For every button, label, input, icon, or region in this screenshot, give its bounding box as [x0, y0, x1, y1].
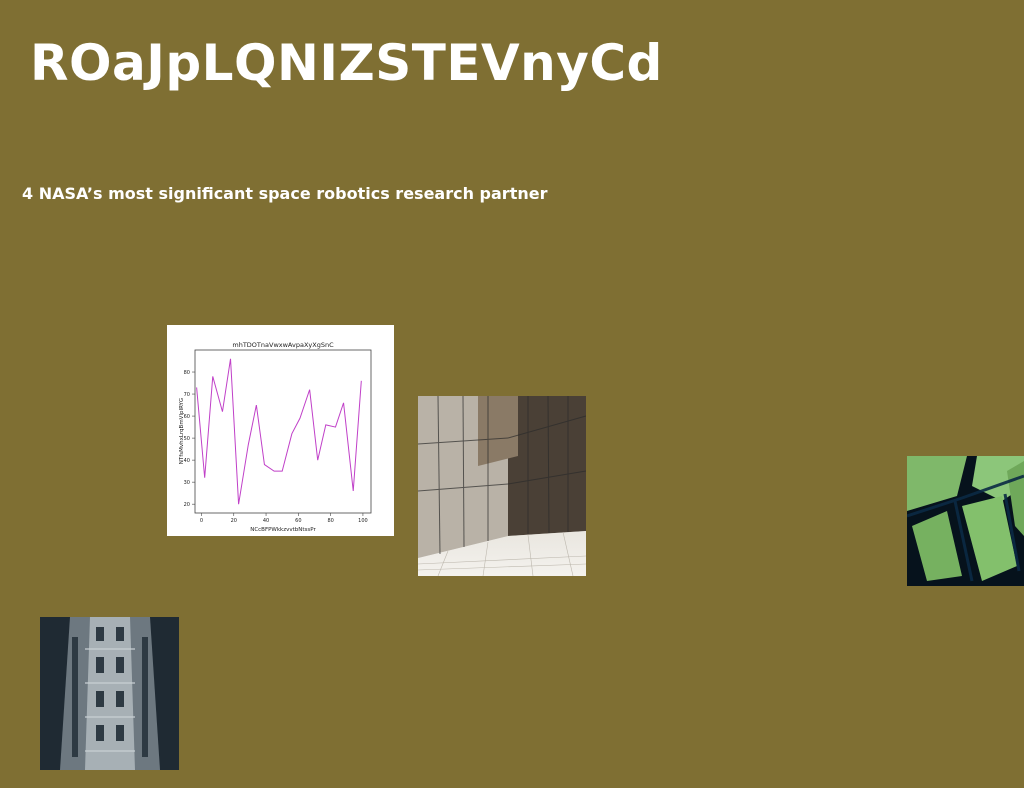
chart-title: mhTDOTnaVwxwAvpaXyXgSnC — [232, 341, 334, 349]
butterfly-wing-photo — [907, 456, 1024, 586]
x-tick-label: 0 — [200, 518, 203, 524]
chart-y-axis-label: NTfsMvhxLrqBmVlpIRYG — [179, 398, 185, 464]
y-tick-label: 40 — [184, 458, 190, 464]
y-tick-label: 80 — [184, 370, 190, 376]
x-tick-label: 100 — [358, 518, 368, 524]
x-tick-label: 40 — [263, 518, 269, 524]
y-tick-label: 70 — [184, 392, 190, 398]
building-facade-photo — [40, 617, 179, 770]
y-tick-label: 50 — [184, 436, 190, 442]
y-tick-label: 60 — [184, 414, 190, 420]
y-tick-label: 30 — [184, 480, 190, 486]
x-tick-label: 60 — [295, 518, 301, 524]
glass-building-photo — [418, 396, 586, 576]
x-tick-label: 20 — [231, 518, 237, 524]
page-title: ROaJpLQNIZSTEVnyCd — [30, 34, 663, 92]
x-tick-label: 80 — [327, 518, 333, 524]
chart-series-line — [196, 358, 362, 505]
page-subtitle: 4 NASA’s most significant space robotics… — [22, 184, 548, 203]
chart-image: mhTDOTnaVwxwAvpaXyXgSnC NCcBFPWkkzvvtbNt… — [167, 325, 394, 536]
y-tick-label: 20 — [184, 502, 190, 508]
chart-x-axis-label: NCcBFPWkkzvvtbNtssPr — [250, 527, 316, 533]
chart-plot-frame — [194, 349, 372, 514]
line-chart: mhTDOTnaVwxwAvpaXyXgSnC NCcBFPWkkzvvtbNt… — [179, 341, 372, 533]
